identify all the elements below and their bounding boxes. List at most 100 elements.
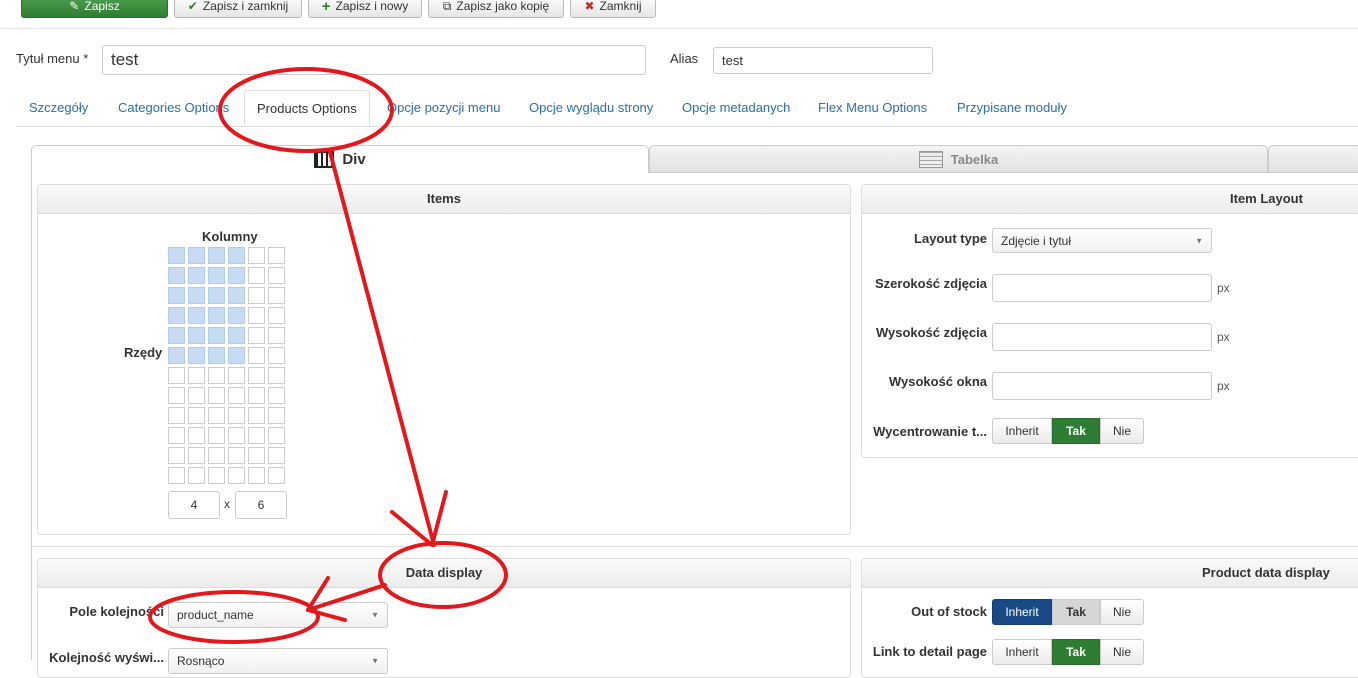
link-no-button[interactable]: Nie (1100, 639, 1144, 665)
grid-cell[interactable] (188, 447, 205, 464)
layout-type-select[interactable]: Zdjęcie i tytuł ▼ (992, 228, 1212, 253)
grid-cell[interactable] (228, 367, 245, 384)
grid-cell[interactable] (208, 287, 225, 304)
grid-cell[interactable] (228, 267, 245, 284)
grid-cell[interactable] (268, 247, 285, 264)
grid-cell[interactable] (228, 387, 245, 404)
tab-products-options[interactable]: Products Options (244, 90, 370, 126)
grid-cell[interactable] (188, 427, 205, 444)
grid-cell[interactable] (208, 327, 225, 344)
center-inherit-button[interactable]: Inherit (992, 418, 1052, 444)
grid-cell[interactable] (208, 427, 225, 444)
grid-cell[interactable] (188, 407, 205, 424)
grid-cell[interactable] (168, 447, 185, 464)
grid-cell[interactable] (268, 307, 285, 324)
rows-input[interactable]: 6 (235, 491, 287, 519)
grid-cell[interactable] (188, 467, 205, 484)
grid-cell[interactable] (248, 307, 265, 324)
grid-cell[interactable] (168, 387, 185, 404)
grid-cell[interactable] (268, 287, 285, 304)
grid-cell[interactable] (228, 287, 245, 304)
tab-metadata-options[interactable]: Opcje metadanych (682, 90, 790, 126)
tab-assigned-modules[interactable]: Przypisane moduły (957, 90, 1067, 126)
order-dir-select[interactable]: Rosnąco ▼ (168, 648, 388, 674)
save-copy-button[interactable]: ⧉ Zapisz jako kopię (428, 0, 564, 18)
out-of-stock-yes-button[interactable]: Tak (1052, 599, 1100, 625)
save-close-button[interactable]: ✔ Zapisz i zamknij (174, 0, 302, 18)
out-of-stock-inherit-button[interactable]: Inherit (992, 599, 1052, 625)
alias-input[interactable]: test (713, 47, 933, 74)
grid-cell[interactable] (268, 367, 285, 384)
image-width-input[interactable] (992, 274, 1212, 302)
subtab-div[interactable]: Div (31, 145, 649, 173)
grid-cell[interactable] (268, 267, 285, 284)
image-height-input[interactable] (992, 323, 1212, 351)
grid-cell[interactable] (208, 407, 225, 424)
close-button[interactable]: ✖ Zamknij (570, 0, 656, 18)
grid-cell[interactable] (248, 427, 265, 444)
grid-cell[interactable] (168, 407, 185, 424)
grid-cell[interactable] (228, 347, 245, 364)
grid-cell[interactable] (188, 387, 205, 404)
grid-cell[interactable] (248, 247, 265, 264)
grid-cell[interactable] (208, 467, 225, 484)
grid-cell[interactable] (228, 427, 245, 444)
grid-cell[interactable] (248, 347, 265, 364)
grid-cell[interactable] (268, 387, 285, 404)
grid-cell[interactable] (248, 387, 265, 404)
grid-cell[interactable] (188, 247, 205, 264)
tab-page-display-options[interactable]: Opcje wyglądu strony (529, 90, 653, 126)
grid-cell[interactable] (168, 327, 185, 344)
grid-cell[interactable] (268, 467, 285, 484)
grid-cell[interactable] (208, 267, 225, 284)
grid-cell[interactable] (168, 427, 185, 444)
grid-cell[interactable] (208, 247, 225, 264)
grid-cell[interactable] (168, 467, 185, 484)
subtab-table[interactable]: Tabelka (649, 145, 1268, 173)
columns-input[interactable]: 4 (168, 491, 220, 519)
grid-cell[interactable] (268, 347, 285, 364)
out-of-stock-no-button[interactable]: Nie (1100, 599, 1144, 625)
grid-cell[interactable] (168, 367, 185, 384)
title-input[interactable]: test (102, 45, 646, 75)
tab-flex-menu-options[interactable]: Flex Menu Options (818, 90, 927, 126)
grid-cell[interactable] (228, 307, 245, 324)
grid-cell[interactable] (248, 327, 265, 344)
tab-menu-item-options[interactable]: Opcje pozycji menu (387, 90, 500, 126)
grid-cell[interactable] (228, 447, 245, 464)
grid-cell[interactable] (168, 287, 185, 304)
grid-cell[interactable] (188, 327, 205, 344)
grid-cell[interactable] (228, 467, 245, 484)
items-grid[interactable] (168, 247, 288, 487)
grid-cell[interactable] (208, 347, 225, 364)
grid-cell[interactable] (248, 467, 265, 484)
grid-cell[interactable] (188, 367, 205, 384)
grid-cell[interactable] (228, 407, 245, 424)
grid-cell[interactable] (268, 407, 285, 424)
grid-cell[interactable] (188, 267, 205, 284)
center-yes-button[interactable]: Tak (1052, 418, 1100, 444)
center-no-button[interactable]: Nie (1100, 418, 1144, 444)
tab-categories-options[interactable]: Categories Options (118, 90, 229, 126)
grid-cell[interactable] (228, 327, 245, 344)
link-yes-button[interactable]: Tak (1052, 639, 1100, 665)
grid-cell[interactable] (268, 447, 285, 464)
link-inherit-button[interactable]: Inherit (992, 639, 1052, 665)
tab-details[interactable]: Szczegóły (29, 90, 88, 126)
grid-cell[interactable] (188, 307, 205, 324)
grid-cell[interactable] (248, 267, 265, 284)
save-new-button[interactable]: + Zapisz i nowy (308, 0, 422, 18)
order-field-select[interactable]: product_name ▼ (168, 602, 388, 628)
grid-cell[interactable] (168, 347, 185, 364)
grid-cell[interactable] (248, 407, 265, 424)
grid-cell[interactable] (188, 287, 205, 304)
grid-cell[interactable] (268, 327, 285, 344)
grid-cell[interactable] (168, 267, 185, 284)
grid-cell[interactable] (208, 307, 225, 324)
subtab-more[interactable] (1268, 145, 1358, 173)
grid-cell[interactable] (268, 427, 285, 444)
grid-cell[interactable] (208, 367, 225, 384)
grid-cell[interactable] (208, 387, 225, 404)
grid-cell[interactable] (168, 307, 185, 324)
grid-cell[interactable] (248, 367, 265, 384)
